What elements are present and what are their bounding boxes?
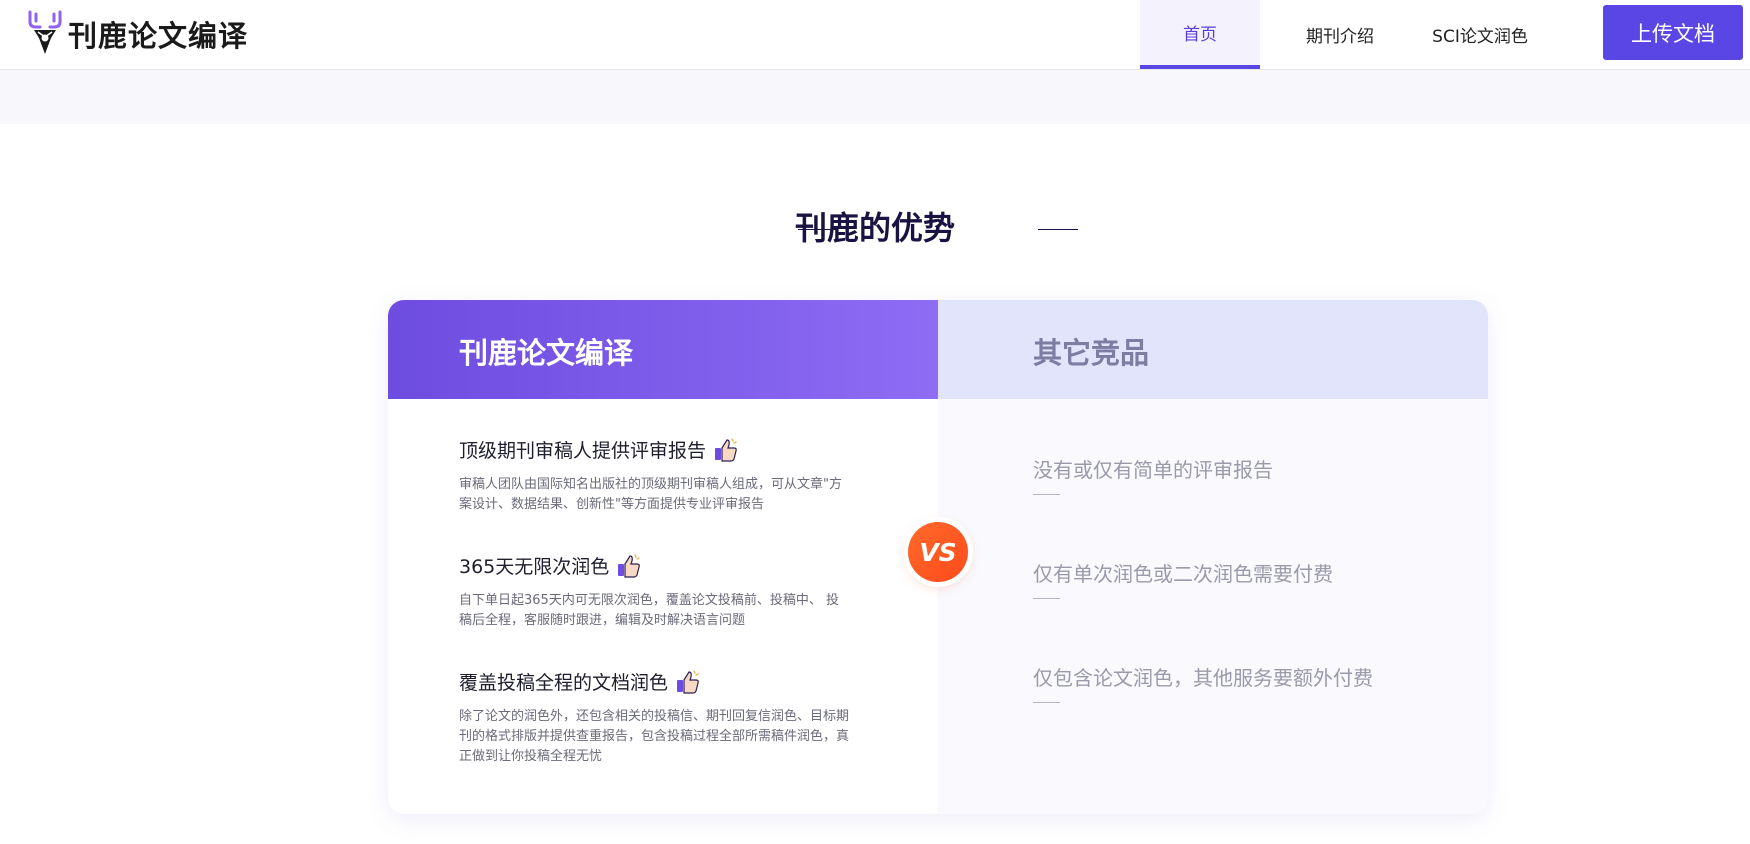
thumbs-up-icon bbox=[616, 553, 642, 579]
feature-description: 自下单日起365天内可无限次润色，覆盖论文投稿前、投稿中、 投稿后全程，客服随时… bbox=[459, 593, 839, 628]
nav-home[interactable]: 首页 bbox=[1140, 0, 1260, 69]
thumbs-up-icon bbox=[675, 669, 701, 695]
nav-sci-polish[interactable]: SCI论文润色 bbox=[1410, 0, 1550, 69]
feature-title: 顶级期刊审稿人提供评审报告 bbox=[459, 436, 849, 463]
competitor-divider bbox=[1033, 702, 1060, 703]
comparison-card: 刊鹿论文编译 其它竞品 没有或仅有简单的评审报告 仅有单次润色或二次润色需要付费… bbox=[388, 300, 1488, 814]
feature-title: 覆盖投稿全程的文档润色 bbox=[459, 668, 849, 695]
nav-sci-polish-label: SCI论文润色 bbox=[1432, 27, 1528, 47]
feature-description: 审稿人团队由国际知名出版社的顶级期刊审稿人组成，可从文章"方案设计、数据结果、创… bbox=[459, 477, 842, 512]
feature-item: 365天无限次润色 自下单日起365天内可无限次润色，覆盖论文投稿前、投稿中、 … bbox=[459, 552, 849, 631]
vs-badge: VS bbox=[908, 522, 968, 582]
competitor-panel: 没有或仅有简单的评审报告 仅有单次润色或二次润色需要付费 仅包含论文润色，其他服… bbox=[938, 399, 1488, 814]
section-title: 刊鹿的优势 bbox=[794, 209, 955, 247]
feature-title-text: 覆盖投稿全程的文档润色 bbox=[459, 672, 669, 694]
header-band bbox=[0, 70, 1750, 124]
thumbs-up-icon bbox=[713, 437, 739, 463]
feature-title: 365天无限次润色 bbox=[459, 552, 849, 579]
nav-home-label: 首页 bbox=[1183, 25, 1217, 45]
feature-description: 除了论文的润色外，还包含相关的投稿信、期刊回复信润色、目标期刊的格式排版并提供查… bbox=[459, 709, 850, 764]
competitor-title: 其它竞品 bbox=[1033, 336, 1150, 370]
feature-item: 顶级期刊审稿人提供评审报告 审稿人团队由国际知名出版社的顶级期刊审稿人组成，可从… bbox=[459, 436, 849, 515]
deer-logo-icon bbox=[26, 10, 64, 58]
upload-document-button[interactable]: 上传文档 bbox=[1603, 5, 1743, 60]
competitor-item: 仅包含论文润色，其他服务要额外付费 bbox=[1033, 666, 1373, 690]
competitor-divider bbox=[1033, 494, 1060, 495]
our-title: 刊鹿论文编译 bbox=[459, 336, 634, 370]
feature-title-text: 365天无限次润色 bbox=[459, 556, 610, 578]
feature-item: 覆盖投稿全程的文档润色 除了论文的润色外，还包含相关的投稿信、期刊回复信润色、目… bbox=[459, 668, 849, 767]
nav-journals[interactable]: 期刊介绍 bbox=[1280, 0, 1400, 69]
logo[interactable]: 刊鹿论文编译 bbox=[26, 8, 248, 60]
feature-title-text: 顶级期刊审稿人提供评审报告 bbox=[459, 440, 707, 462]
competitor-divider bbox=[1033, 598, 1060, 599]
competitor-item: 仅有单次润色或二次润色需要付费 bbox=[1033, 562, 1333, 586]
logo-text: 刊鹿论文编译 bbox=[68, 19, 249, 53]
competitor-header: 其它竞品 bbox=[938, 300, 1488, 399]
top-header: 刊鹿论文编译 首页 期刊介绍 SCI论文润色 上传文档 bbox=[0, 0, 1750, 70]
our-header: 刊鹿论文编译 bbox=[388, 300, 938, 399]
nav-journals-label: 期刊介绍 bbox=[1306, 27, 1374, 47]
competitor-item: 没有或仅有简单的评审报告 bbox=[1033, 458, 1273, 482]
title-divider-right bbox=[1038, 229, 1078, 230]
